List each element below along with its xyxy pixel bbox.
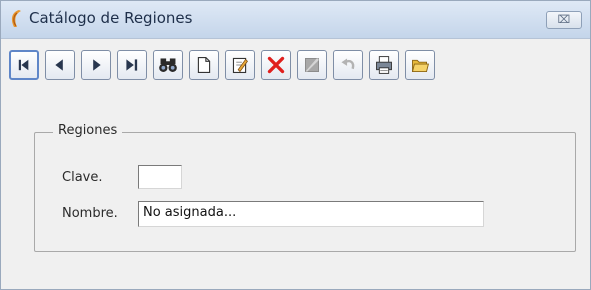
regiones-group xyxy=(34,132,576,252)
nombre-field[interactable]: No asignada... xyxy=(138,201,484,227)
title-bar: Catálogo de Regiones ⌧ xyxy=(1,1,590,39)
save-icon xyxy=(305,58,319,72)
delete-button[interactable] xyxy=(261,50,291,80)
next-record-button[interactable] xyxy=(81,50,111,80)
print-button[interactable] xyxy=(369,50,399,80)
new-button[interactable] xyxy=(189,50,219,80)
save-button[interactable] xyxy=(297,50,327,80)
undo-icon xyxy=(341,58,355,70)
next-record-icon xyxy=(93,59,101,71)
new-document-icon xyxy=(197,56,211,74)
last-record-button[interactable] xyxy=(117,50,147,80)
clave-label: Clave. xyxy=(62,170,103,185)
app-logo-icon xyxy=(8,9,26,29)
edit-icon xyxy=(232,57,248,74)
delete-icon xyxy=(267,56,285,74)
nombre-label: Nombre. xyxy=(62,206,118,221)
folder-icon xyxy=(411,59,429,72)
undo-button[interactable] xyxy=(333,50,363,80)
search-button[interactable] xyxy=(153,50,183,80)
previous-record-icon xyxy=(55,59,63,71)
binoculars-icon xyxy=(159,58,177,72)
open-button[interactable] xyxy=(405,50,435,80)
clave-field[interactable] xyxy=(138,165,182,189)
close-button[interactable]: ⌧ xyxy=(546,11,582,29)
first-record-icon xyxy=(18,59,29,71)
window-title: Catálogo de Regiones xyxy=(29,9,193,27)
first-record-button[interactable] xyxy=(9,50,39,80)
printer-icon xyxy=(376,56,392,74)
edit-button[interactable] xyxy=(225,50,255,80)
group-title: Regiones xyxy=(53,123,123,138)
catalog-window: Catálogo de Regiones ⌧ Regiones Clave. N… xyxy=(0,0,591,290)
last-record-icon xyxy=(126,59,138,71)
previous-record-button[interactable] xyxy=(45,50,75,80)
